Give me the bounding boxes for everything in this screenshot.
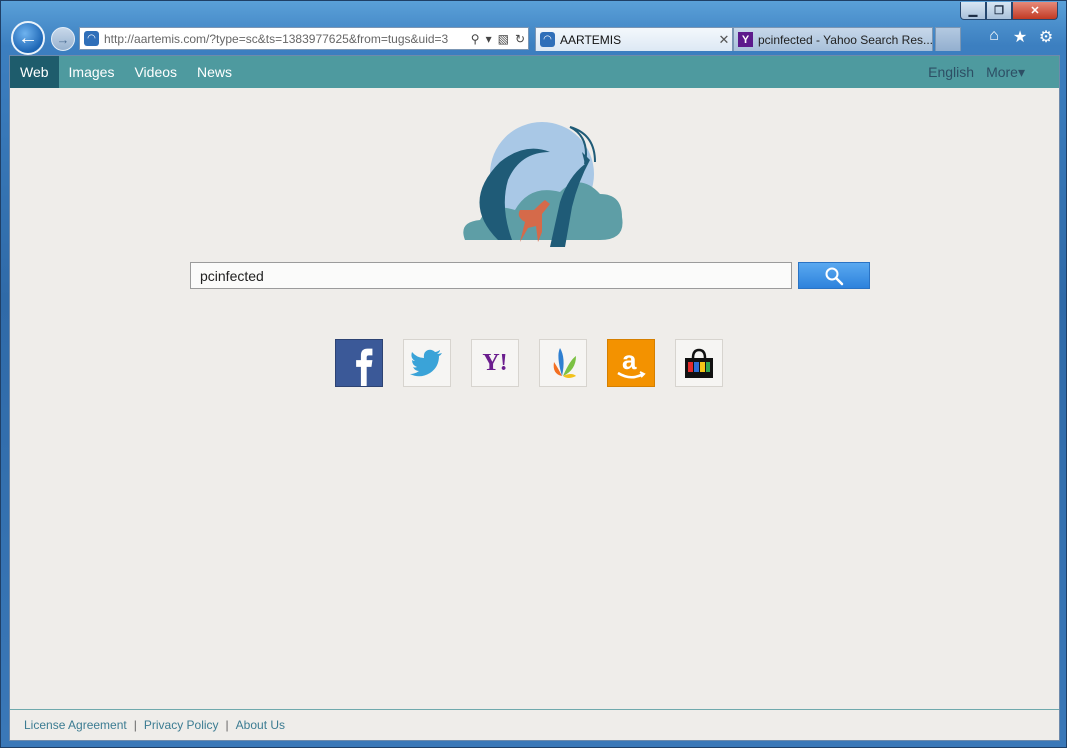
tab-yahoo-search[interactable]: Y pcinfected - Yahoo Search Res... [733,27,933,51]
window-caption-buttons: ▁ ❐ ✕ [960,2,1058,20]
browser-window: ▁ ❐ ✕ ← → ◠ http://aartemis.com/?type=sc… [0,0,1067,748]
home-icon[interactable]: ⌂ [984,27,1004,47]
gear-icon[interactable]: ⚙ [1036,27,1056,47]
yahoo-icon: Y! [482,349,508,376]
compat-view-icon[interactable]: ▧ [498,32,509,46]
facebook-shortcut[interactable] [335,339,383,387]
new-tab-button[interactable] [935,27,961,51]
close-window-button[interactable]: ✕ [1012,2,1058,20]
tab-aartemis[interactable]: ◠ AARTEMIS ✕ [535,27,733,51]
search-input[interactable] [190,262,792,289]
nav-item-videos[interactable]: Videos [124,56,187,88]
address-url[interactable]: http://aartemis.com/?type=sc&ts=13839776… [104,32,468,46]
forward-button[interactable]: → [51,27,75,51]
privacy-policy-link[interactable]: Privacy Policy [137,718,226,732]
search-icon[interactable]: ⚲ [471,32,480,46]
msn-butterfly-icon [553,348,576,378]
address-bar[interactable]: ◠ http://aartemis.com/?type=sc&ts=138397… [79,27,529,50]
back-button[interactable]: ← [11,21,45,55]
magnifier-icon [825,267,844,285]
shopping-shortcut[interactable] [675,339,723,387]
tab-label: pcinfected - Yahoo Search Res... [758,32,932,47]
twitter-shortcut[interactable] [403,339,451,387]
site-favicon-icon: ◠ [84,31,99,46]
search-button[interactable] [798,262,870,289]
facebook-icon [356,348,373,386]
search-category-nav: Web Images Videos News English More▾ [10,56,1059,88]
msn-shortcut[interactable] [539,339,587,387]
nav-item-news[interactable]: News [187,56,242,88]
tab-label: AARTEMIS [560,32,622,47]
twitter-icon [410,349,442,377]
refresh-icon[interactable]: ↻ [515,32,525,46]
amazon-shortcut[interactable]: a [607,339,655,387]
about-us-link[interactable]: About Us [229,718,292,732]
yahoo-favicon-icon: Y [738,32,753,47]
browser-tool-icons: ⌂ ★ ⚙ [984,27,1056,47]
maximize-button[interactable]: ❐ [986,2,1012,20]
nav-item-web[interactable]: Web [10,56,59,88]
nav-right: English More▾ [922,56,1031,88]
license-agreement-link[interactable]: License Agreement [10,718,134,732]
favorites-star-icon[interactable]: ★ [1010,27,1030,47]
shortcut-tiles: Y! a [335,339,743,387]
back-arrow-icon: ← [18,26,38,49]
language-link[interactable]: English [922,56,980,88]
page-footer: License Agreement | Privacy Policy | Abo… [10,709,1059,740]
amazon-icon: a [616,345,646,381]
page-viewport: Web Images Videos News English More▾ pci… [9,55,1060,741]
dropdown-icon[interactable]: ▾ [486,32,492,46]
close-tab-icon[interactable]: ✕ [716,32,732,48]
more-menu[interactable]: More▾ [980,56,1031,88]
shopping-bag-icon [685,348,713,378]
forward-arrow-icon: → [56,31,70,47]
minimize-button[interactable]: ▁ [960,2,986,20]
aartemis-favicon-icon: ◠ [540,32,555,47]
browser-toolbar: ← → ◠ http://aartemis.com/?type=sc&ts=13… [9,21,1058,55]
artemis-logo [463,122,623,247]
nav-item-images[interactable]: Images [59,56,125,88]
yahoo-shortcut[interactable]: Y! [471,339,519,387]
